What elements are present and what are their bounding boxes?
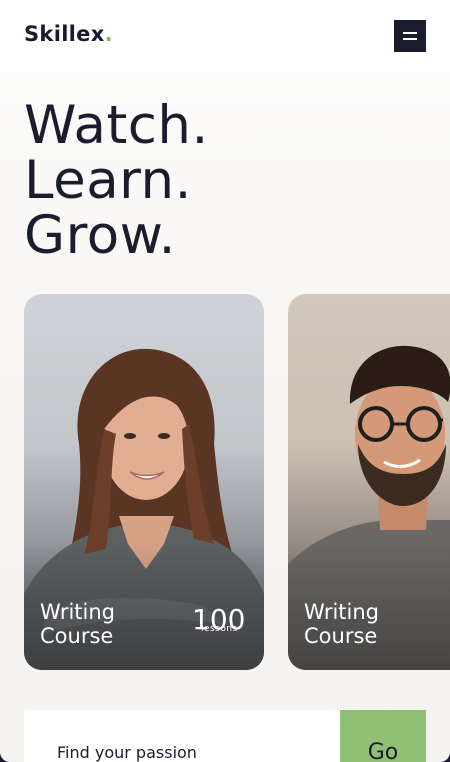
search-bar: Go bbox=[24, 710, 426, 762]
go-button[interactable]: Go bbox=[340, 710, 426, 762]
menu-button[interactable] bbox=[394, 20, 426, 52]
course-card[interactable]: Writing Course 100 lessons bbox=[24, 294, 264, 670]
page: Skillex. Watch. Learn. Grow. Writing Cou… bbox=[0, 0, 450, 762]
lesson-count-label: lessons bbox=[201, 624, 238, 634]
search-input[interactable] bbox=[24, 710, 340, 762]
card-title: Writing Course bbox=[304, 600, 379, 648]
hero-heading: Watch. Learn. Grow. bbox=[24, 98, 209, 263]
logo-dot: . bbox=[104, 22, 113, 46]
hero-line: Grow. bbox=[24, 205, 176, 266]
card-title: Writing Course bbox=[40, 600, 115, 648]
header: Skillex. bbox=[0, 0, 450, 72]
logo[interactable]: Skillex. bbox=[24, 22, 113, 46]
course-card[interactable]: Writing Course bbox=[288, 294, 450, 670]
hero-line: Learn. bbox=[24, 150, 192, 211]
logo-text: Skillex bbox=[24, 22, 105, 46]
hero-line: Watch. bbox=[24, 95, 209, 156]
